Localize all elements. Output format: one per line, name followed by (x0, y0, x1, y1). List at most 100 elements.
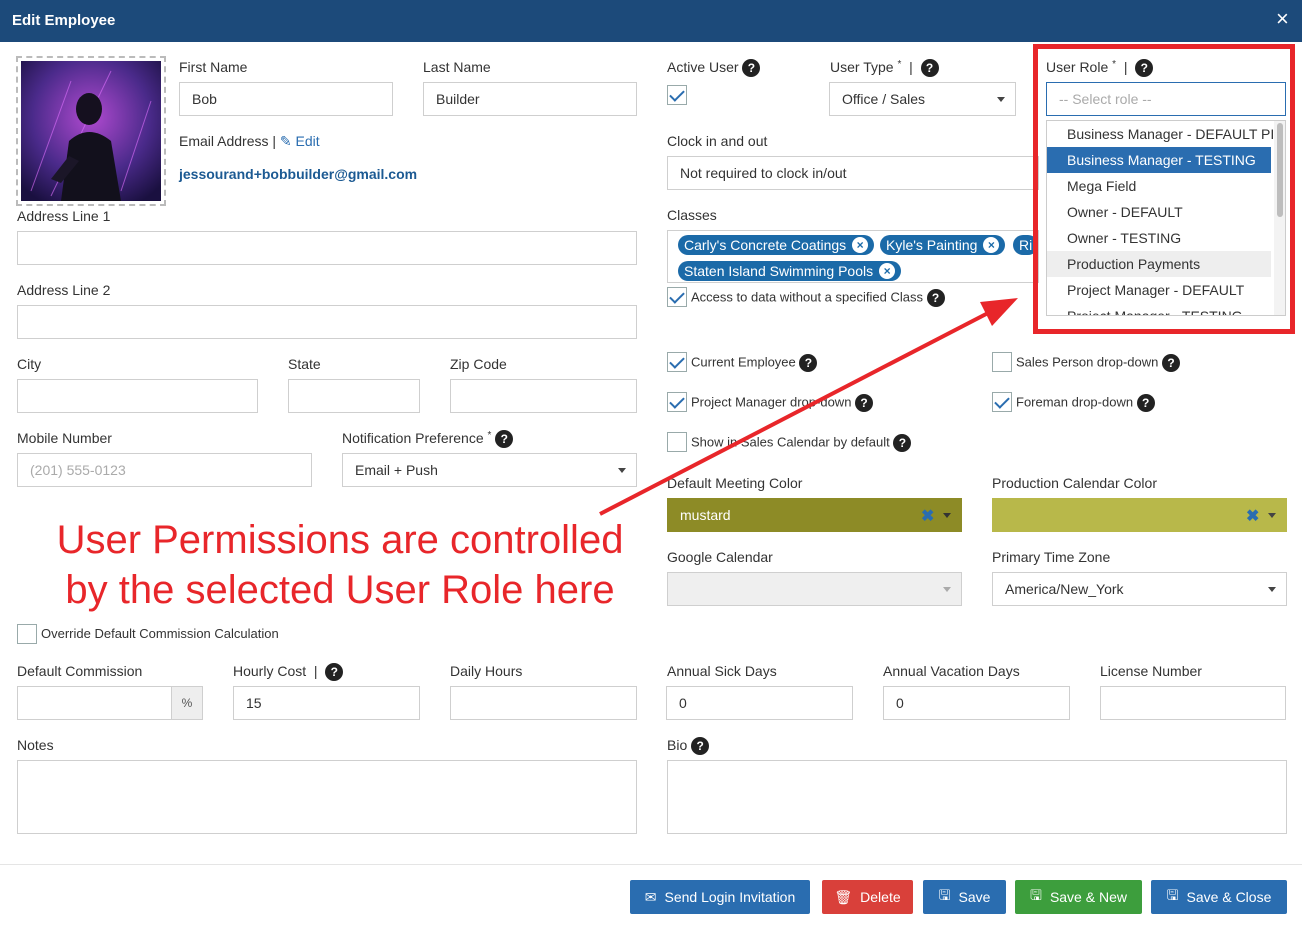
email-edit-link[interactable]: Edit (296, 133, 320, 149)
floppy-icon: 🖫 (938, 887, 951, 903)
mobile-input[interactable]: (201) 555-0123 (17, 453, 312, 487)
delete-label: Delete (860, 889, 901, 905)
address-line1-input[interactable] (17, 231, 637, 265)
default-commission-label: Default Commission (17, 663, 143, 679)
percent-addon: % (171, 686, 203, 720)
class-chip-label: Carly's Concrete Coatings (684, 237, 847, 253)
clock-select[interactable]: Not required to clock in/out (667, 156, 1039, 190)
license-number-input[interactable] (1100, 686, 1286, 720)
close-icon[interactable]: × (1276, 8, 1289, 30)
help-icon[interactable]: ? (920, 59, 939, 78)
save-label: Save (958, 889, 991, 905)
google-calendar-select[interactable] (667, 572, 962, 606)
classes-multiselect[interactable]: Carly's Concrete Coatings × Kyle's Painti… (667, 230, 1039, 283)
caret-down-icon (1268, 587, 1276, 592)
notification-label: Notification Preference * ? (342, 430, 514, 449)
vacation-days-input[interactable]: 0 (883, 686, 1070, 720)
user-type-text: User Type (830, 59, 894, 75)
hourly-cost-text: Hourly Cost (233, 663, 307, 679)
foreman-text: Foreman drop-down (1016, 394, 1134, 410)
address-line1-label: Address Line 1 (17, 208, 111, 224)
footer-divider (0, 864, 1302, 865)
address-line2-input[interactable] (17, 305, 637, 339)
city-label: City (17, 356, 42, 372)
class-chip[interactable]: Carly's Concrete Coatings × (678, 235, 875, 255)
first-name-input[interactable]: Bob (179, 82, 393, 116)
class-chip[interactable]: Kyle's Painting × (880, 235, 1006, 255)
dialog-titlebar: Edit Employee × (0, 0, 1302, 42)
notification-value: Email + Push (355, 462, 438, 478)
annotation-text: User Permissions are controlled by the s… (20, 515, 660, 615)
required-mark: * (897, 59, 902, 70)
last-name-input[interactable]: Builder (423, 82, 637, 116)
mobile-label: Mobile Number (17, 430, 112, 446)
send-invitation-button[interactable]: ✉ Send Login Invitation (630, 880, 810, 914)
avatar[interactable] (16, 56, 166, 206)
remove-icon[interactable]: × (983, 237, 1000, 253)
sick-days-input[interactable]: 0 (666, 686, 853, 720)
sick-days-label: Annual Sick Days (667, 663, 777, 679)
caret-down-icon (997, 97, 1005, 102)
remove-icon[interactable]: × (879, 263, 896, 279)
daily-hours-input[interactable] (450, 686, 637, 720)
zip-label: Zip Code (450, 356, 507, 372)
vacation-days-label: Annual Vacation Days (883, 663, 1020, 679)
class-chip[interactable]: Staten Island Swimming Pools × (678, 261, 902, 281)
separator: | (905, 59, 921, 75)
notification-label-text: Notification Preference (342, 430, 484, 446)
first-name-label: First Name (179, 59, 248, 75)
save-button[interactable]: 🖫 Save (923, 880, 1006, 914)
bio-label: Bio ? (667, 737, 710, 756)
clock-label: Clock in and out (667, 133, 768, 149)
trash-icon: 🗑 (834, 888, 853, 905)
email-value: jessourand+bobbuilder@gmail.com (179, 166, 418, 182)
default-commission-input[interactable] (17, 686, 172, 720)
notes-textarea[interactable] (17, 760, 637, 834)
floppy-icon: 🖫 (1030, 887, 1042, 903)
caret-down-icon (943, 587, 951, 592)
save-new-button[interactable]: 🖫 Save & New (1015, 880, 1142, 914)
separator: | (272, 133, 280, 149)
address-line2-label: Address Line 2 (17, 282, 111, 298)
save-new-label: Save & New (1049, 889, 1127, 905)
timezone-label: Primary Time Zone (992, 549, 1111, 565)
delete-button[interactable]: 🗑 Delete (822, 880, 913, 914)
active-user-label: Active User ? (667, 59, 761, 78)
floppy-icon: 🖫 (1166, 887, 1179, 903)
classes-label: Classes (667, 207, 717, 223)
timezone-select[interactable]: America/New_York (992, 572, 1287, 606)
help-icon[interactable]: ? (691, 737, 710, 756)
edit-icon[interactable]: ✎ (280, 133, 292, 149)
google-calendar-label: Google Calendar (667, 549, 773, 565)
save-close-label: Save & Close (1186, 889, 1272, 905)
clear-icon[interactable]: ✖ (1246, 506, 1259, 526)
email-label: Email Address | ✎ Edit (179, 133, 320, 150)
hourly-cost-input[interactable]: 15 (233, 686, 420, 720)
help-icon[interactable]: ? (1136, 394, 1155, 412)
class-chip-label: Ri (1019, 237, 1033, 253)
annotation-line: by the selected User Role here (65, 568, 615, 612)
last-name-label: Last Name (423, 59, 491, 75)
license-number-label: License Number (1100, 663, 1202, 679)
help-icon[interactable]: ? (325, 663, 344, 682)
production-color-select[interactable]: ✖ (992, 498, 1287, 532)
help-icon[interactable]: ? (495, 430, 514, 449)
active-user-checkbox[interactable] (667, 85, 687, 105)
user-type-select[interactable]: Office / Sales (829, 82, 1016, 116)
help-icon[interactable]: ? (1161, 354, 1180, 372)
bio-textarea[interactable] (667, 760, 1287, 834)
city-input[interactable] (17, 379, 258, 413)
envelope-icon: ✉ (644, 888, 657, 905)
sales-person-label: Sales Person drop-down ? (1016, 354, 1180, 372)
active-user-text: Active User (667, 59, 739, 75)
annotation-arrow (599, 298, 1018, 516)
user-type-label: User Type * | ? (830, 59, 939, 78)
notes-label: Notes (17, 737, 54, 753)
daily-hours-label: Daily Hours (450, 663, 523, 679)
remove-icon[interactable]: × (852, 237, 869, 253)
override-commission-checkbox[interactable] (17, 624, 37, 644)
help-icon[interactable]: ? (742, 59, 761, 78)
state-input[interactable] (288, 379, 420, 413)
required-mark: * (487, 430, 492, 441)
save-close-button[interactable]: 🖫 Save & Close (1151, 880, 1287, 914)
